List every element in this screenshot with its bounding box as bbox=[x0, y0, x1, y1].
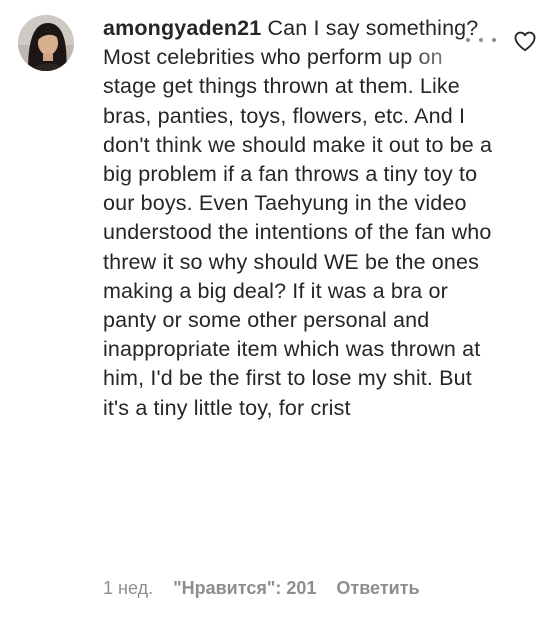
avatar-image bbox=[18, 15, 74, 71]
comment-meta: 1 нед. "Нравится": 201 Ответить bbox=[103, 578, 420, 599]
comment-likes-count[interactable]: "Нравится": 201 bbox=[173, 578, 316, 599]
comment-username[interactable]: amongyaden21 bbox=[103, 16, 261, 40]
more-options-button[interactable] bbox=[466, 30, 496, 50]
more-horizontal-icon bbox=[479, 38, 483, 42]
reply-button[interactable]: Ответить bbox=[336, 578, 419, 599]
more-horizontal-icon bbox=[466, 38, 470, 42]
comment-body: amongyaden21 Can I say something? Most c… bbox=[103, 14, 498, 423]
comment-text: Can I say something? Most celebrities wh… bbox=[103, 16, 493, 420]
avatar[interactable] bbox=[18, 15, 74, 71]
comment-time[interactable]: 1 нед. bbox=[103, 578, 153, 599]
heart-outline-icon bbox=[514, 31, 536, 52]
like-button[interactable] bbox=[512, 28, 538, 54]
more-horizontal-icon bbox=[492, 38, 496, 42]
comment: amongyaden21 Can I say something? Most c… bbox=[0, 0, 554, 624]
